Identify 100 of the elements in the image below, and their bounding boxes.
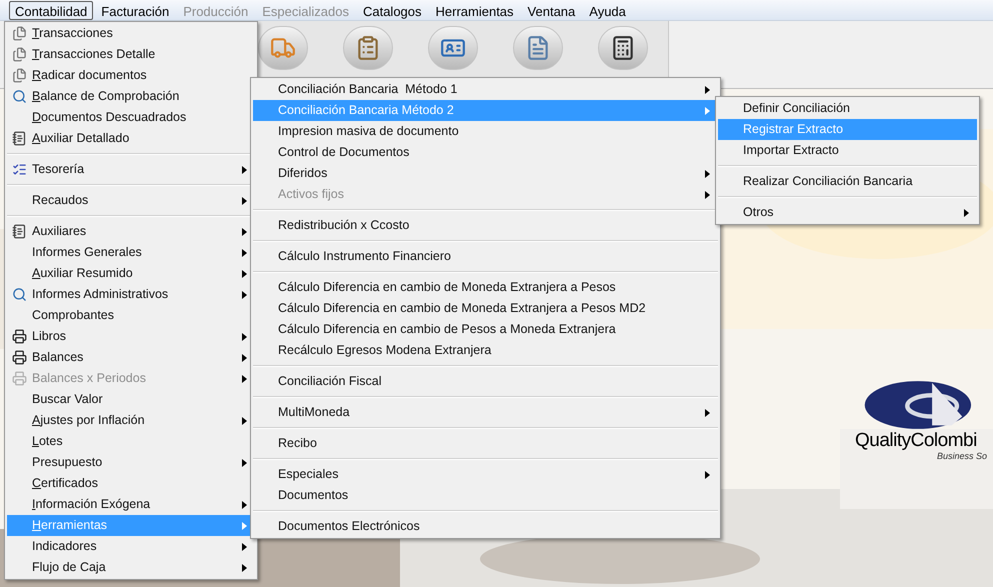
menu-item-label: Recálculo Egresos Modena Extranjera [278,343,492,358]
menu-item-label: Tesorería [32,162,84,176]
menu-item[interactable]: Transacciones [7,23,255,44]
submenu-arrow-icon [242,564,247,572]
menu-bar-item[interactable]: Ventana [522,0,582,20]
printer-icon [12,371,26,386]
menu-item[interactable]: MultiMoneda [253,402,718,423]
menu-item[interactable]: Documentos Electrónicos [253,516,718,537]
logo-name: QualityColombi [855,431,977,450]
menu-item-label: Conciliación Bancaria Método 1 [278,82,458,96]
menu-item[interactable]: Recálculo Egresos Modena Extranjera [253,340,718,361]
menu-item[interactable]: Diferidos [253,163,718,184]
menu-item-label: Buscar Valor [32,392,103,406]
menu-item[interactable]: Realizar Conciliación Bancaria [718,171,977,192]
documents-icon [12,47,26,62]
menu-item-label: Registrar Extracto [743,122,844,136]
menu-item-label: Documentos Electrónicos [278,519,420,534]
submenu-arrow-icon [705,190,710,198]
menu-item-label: Informes Administrativos [32,287,168,302]
logo-tagline: Business So [936,450,987,463]
menu-item[interactable]: Control de Documentos [253,142,718,163]
menu-item-label: Impresion masiva de documento [278,124,459,138]
menu-item-label: Cálculo Diferencia en cambio de Pesos a Moneda Extranjera [278,322,616,336]
printer-icon [12,329,26,344]
documents-icon [12,26,26,41]
menu-item-label: Comprobantes [32,308,114,322]
menu-item-label: MultiMoneda [278,405,350,420]
menu-bar-item[interactable]: Contabilidad [9,0,94,20]
menu-bar-item[interactable]: Facturación [95,0,176,20]
submenu-arrow-icon [242,542,247,550]
menu-bar-item[interactable]: Ayuda [583,0,632,20]
menu-item-label: Redistribución x Ccosto [278,218,410,232]
menu-item-label: Ajustes por Inflación [32,413,145,428]
menu-item[interactable]: Cálculo Diferencia en cambio de Moneda Extranjera a Pesos MD2 [253,298,718,319]
menu-item-label: Diferidos [278,166,328,180]
menu-item-label: Control de Documentos [278,145,410,160]
submenu-arrow-icon [242,270,247,278]
menu-item-label: Libros [32,329,66,344]
menu-item-label: Otros [743,205,774,220]
magnifier-icon [12,287,26,302]
menu-item-label: Auxiliares [32,224,86,238]
menu-item-label: Radicar documentos [32,68,147,82]
menu-item[interactable]: Indicadores [7,536,255,557]
menu-item-label: Realizar Conciliación Bancaria [743,174,913,188]
submenu-arrow-icon [705,408,710,416]
menu-item-label: Informes Generales [32,245,142,260]
menu-item[interactable]: Cálculo Instrumento Financiero [253,246,718,267]
printer-icon [12,350,26,365]
menu-bar-item[interactable]: Herramientas [430,0,520,20]
menu-item-label: Cálculo Diferencia en cambio de Moneda Extranjera a Pesos [278,280,616,294]
menu-item-label: Conciliación Fiscal [278,374,382,388]
menu-item-label: Conciliación Bancaria Método 2 [278,103,454,118]
checklist-icon [12,162,26,177]
menu-item[interactable]: Radicar documentos [7,65,255,86]
submenu-arrow-icon [242,228,247,236]
menu-item[interactable]: Redistribución x Ccosto [253,215,718,236]
menu-bar-item[interactable]: Catalogos [356,0,428,20]
submenu-arrow-icon [242,166,247,174]
menu-item-label: Flujo de Caja [32,560,106,574]
menu-item[interactable]: Conciliación Bancaria Método 1 [253,79,718,100]
menu-item-label: Documentos [278,488,348,502]
menu-item-label: Balance de Comprobación [32,89,180,104]
menu-item[interactable]: Flujo de Caja [7,557,255,578]
menu-item[interactable]: Importar Extracto [718,140,977,161]
toolbar-button[interactable] [598,26,648,70]
menu-item[interactable]: Cálculo Diferencia en cambio de Pesos a Moneda Extranjera [253,319,718,340]
menu-item-label: Cálculo Instrumento Financiero [278,249,451,264]
submenu-arrow-icon [242,458,247,466]
submenu-arrow-icon [242,522,247,530]
menu-item-label: Importar Extracto [743,143,839,158]
menu-item-label: Cálculo Diferencia en cambio de Moneda Extranjera a Pesos MD2 [278,301,646,316]
submenu-arrow-icon [242,416,247,424]
notebook-icon [12,131,26,146]
menu-item-label: Definir Conciliación [743,101,850,116]
menu-item-label: Auxiliar Detallado [32,131,130,146]
submenu-arrow-icon [242,374,247,382]
submenu-arrow-icon [242,332,247,340]
magnifier-icon [12,89,26,104]
menu-item[interactable]: Transacciones Detalle [7,44,255,65]
menu-item-label: Indicadores [32,539,97,554]
menu-item-label: Certificados [32,476,98,490]
menu-item-label: Balances x Periodos [32,371,146,386]
menu-item[interactable]: Recibo [253,433,718,454]
menu-item-label: Recibo [278,436,317,450]
notebook-icon [12,224,26,239]
menu-item[interactable]: Especiales [253,464,718,485]
menu-item[interactable]: Definir Conciliación [718,98,977,119]
menu-item[interactable]: Cálculo Diferencia en cambio de Moneda Extranjera a Pesos [253,277,718,298]
submenu-arrow-icon [242,196,247,204]
menu-item-label: Presupuesto [32,455,102,470]
menu-item-label: Documentos Descuadrados [32,110,186,124]
menu-item[interactable]: Otros [718,202,977,223]
menu-item-label: Herramientas [32,518,108,532]
menu-item[interactable]: Conciliación Fiscal [253,371,718,392]
menu-item[interactable]: Documentos [253,485,718,506]
menu-item-label: Transacciones Detalle [32,47,156,62]
menu-item-label: Recaudos [32,193,88,208]
menu-item[interactable]: Impresion masiva de documento [253,121,718,142]
menu-item-label: Balances [32,350,84,364]
menu-item-label: Auxiliar Resumido [32,266,133,280]
